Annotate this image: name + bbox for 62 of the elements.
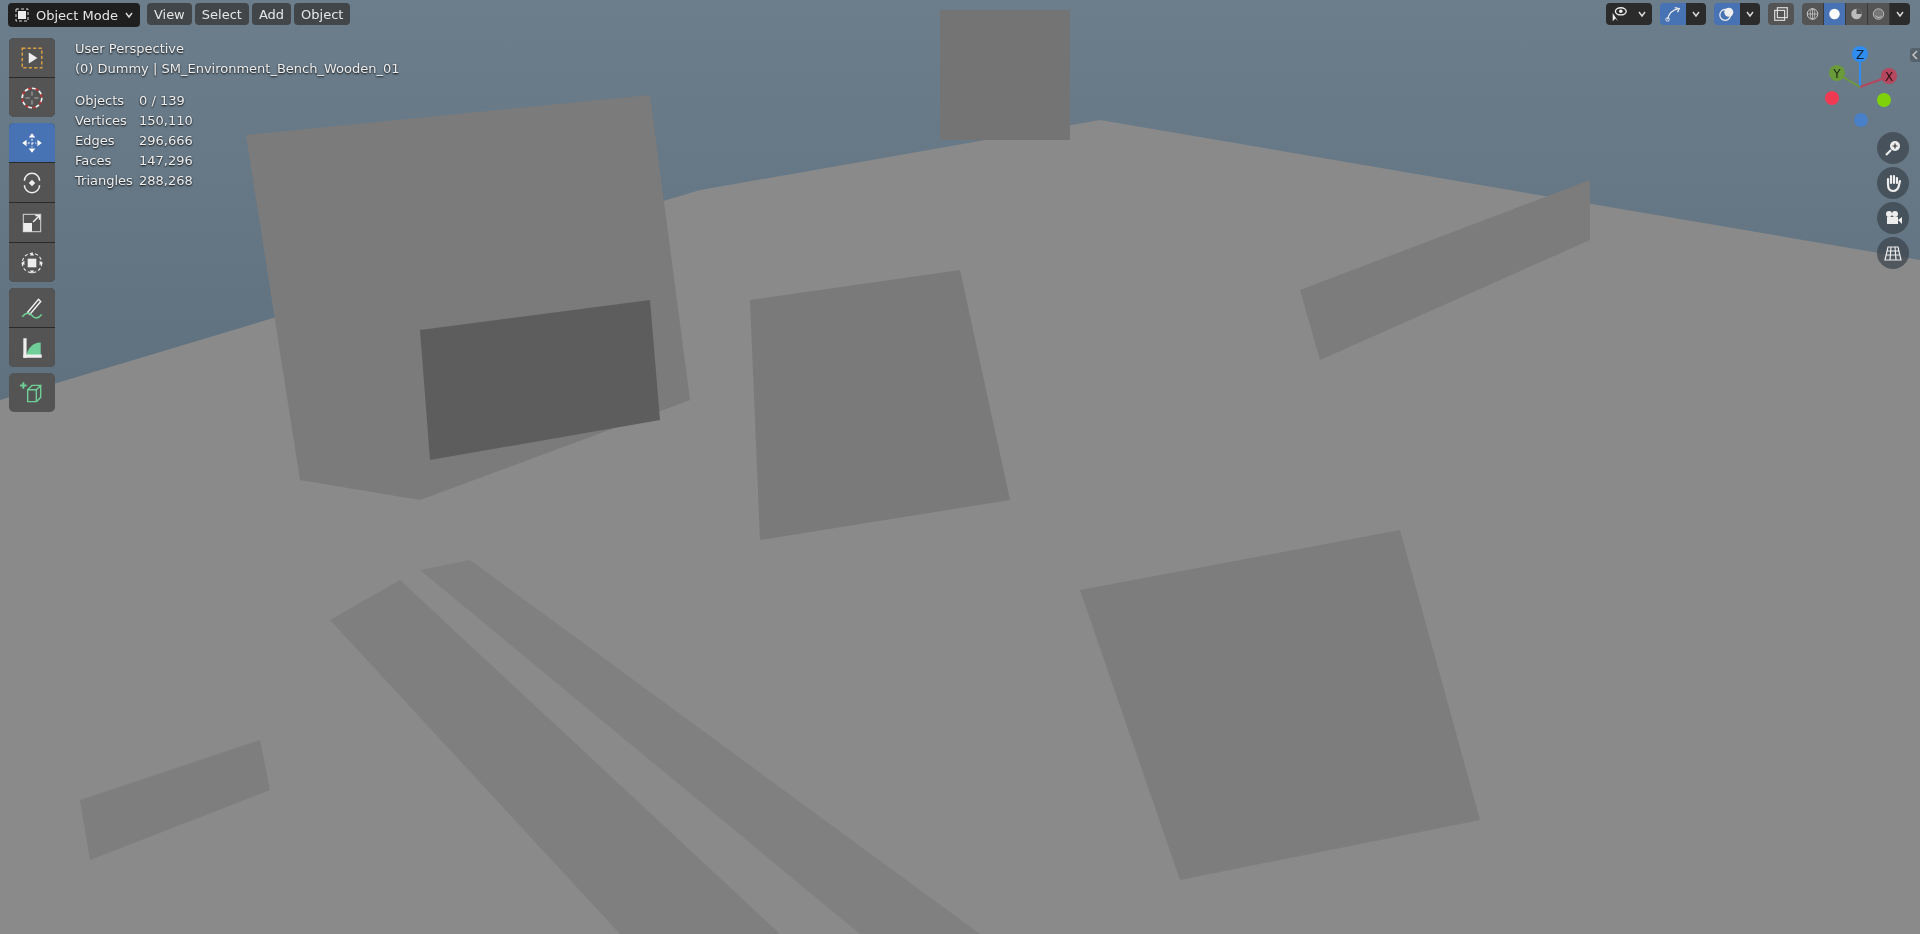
xray-toggle[interactable] [1768,3,1794,25]
axis-handle[interactable] [1877,93,1891,107]
eye-icon [1610,5,1628,23]
wireframe-shading-button[interactable] [1802,3,1824,25]
dropdown-button[interactable] [1740,3,1760,25]
stat-value: 147,296 [139,152,194,170]
move-tool[interactable] [9,123,55,162]
rotate-tool[interactable] [9,163,55,202]
scale-tool[interactable] [9,203,55,242]
annotate-tool[interactable] [9,288,55,327]
select-icon [19,44,45,71]
zoom-icon [1883,138,1903,158]
stat-value: 288,268 [139,172,194,190]
chevron-left-icon [1910,48,1920,62]
rendered-sphere-icon [1871,5,1886,23]
stat-label: Objects [75,92,126,110]
menu-button[interactable]: Select [194,3,249,25]
visibility-toggle[interactable] [1606,3,1632,25]
mode-label: Object Mode [36,7,118,23]
solid-shading-button[interactable] [1824,3,1846,25]
stacked-squares-icon [1772,5,1790,23]
arc-arrow-icon [1664,5,1682,23]
menu-button[interactable]: View [146,3,192,25]
select-tool[interactable] [9,38,55,77]
stat-label: Triangles [75,172,134,190]
ortho-icon [1883,243,1903,263]
rendered-shading-button[interactable] [1868,3,1890,25]
gizmo-toggle[interactable] [1660,3,1686,25]
transform-tool[interactable] [9,243,55,282]
axis-handle[interactable]: Z [1852,46,1868,62]
axis-handle[interactable] [1825,91,1839,105]
active-object-label: (0) Dummy | SM_Environment_Bench_Wooden_01 [75,60,400,78]
menu-button[interactable]: Add [251,3,292,25]
chevron-down-icon [123,10,134,20]
wireframe-sphere-icon [1805,5,1820,23]
sidebar-toggle-tab[interactable] [1910,48,1920,62]
stat-value: 0 / 139 [139,92,186,110]
view-name: User Perspective [75,40,186,58]
cursor-tool[interactable] [9,78,55,117]
dropdown-button[interactable] [1686,3,1706,25]
menu-button[interactable]: Object [294,3,351,25]
overlapping-circles-icon [1718,5,1736,23]
stat-label: Edges [75,132,116,150]
stat-value: 296,666 [139,132,194,150]
stat-value: 150,110 [139,112,194,130]
material-shading-button[interactable] [1846,3,1868,25]
chevron-down-icon [1895,9,1905,19]
mode-dropdown[interactable]: Object Mode [8,3,140,27]
measure-tool[interactable] [9,328,55,367]
add-cube-tool[interactable] [9,373,55,412]
object-mode-icon [14,7,30,23]
dropdown-button[interactable] [1632,3,1652,25]
chevron-down-icon [1691,9,1701,19]
overlay-toggle[interactable] [1714,3,1740,25]
chevron-down-icon [1745,9,1755,19]
shading-dropdown-button[interactable] [1890,3,1910,25]
stat-label: Faces [75,152,113,170]
axis-handle[interactable] [1854,113,1868,127]
chevron-down-icon [1637,9,1647,19]
stat-label: Vertices [75,112,128,130]
axis-handle[interactable]: Y [1829,65,1845,81]
cursor-icon [19,84,45,111]
